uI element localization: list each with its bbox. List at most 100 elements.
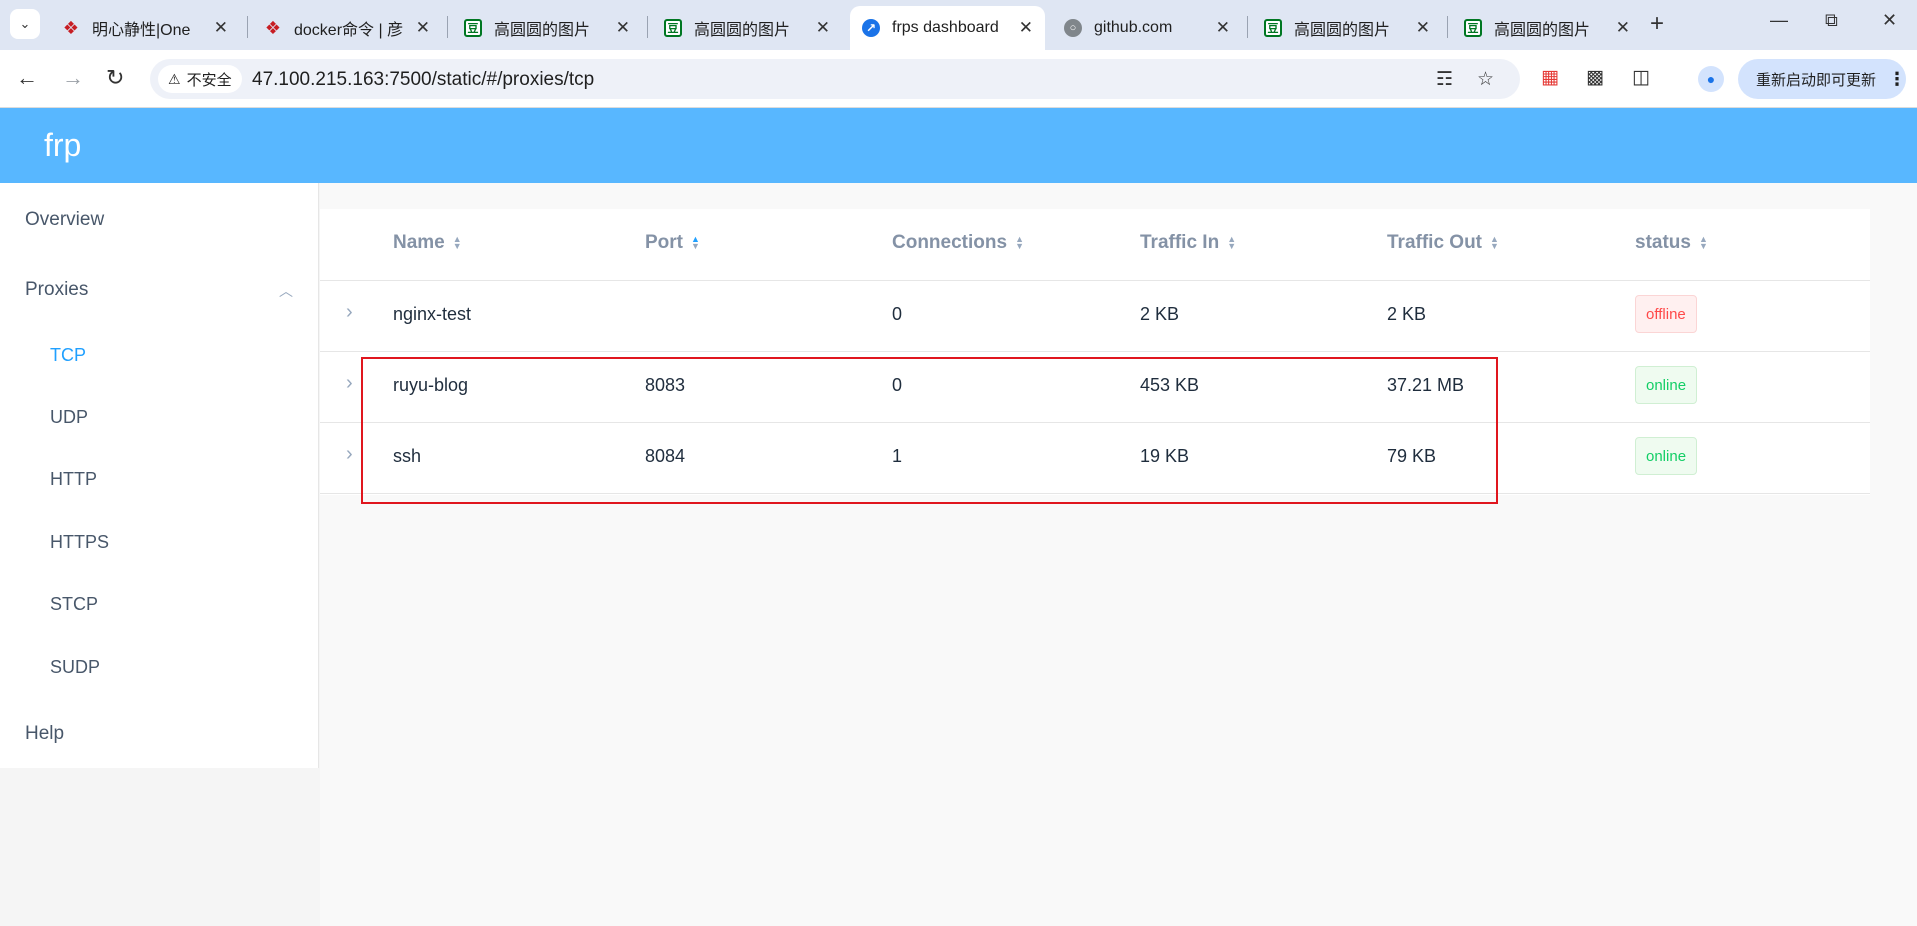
address-bar[interactable]: ⚠ 不安全 47.100.215.163:7500/static/#/proxi… bbox=[150, 59, 1520, 99]
sidebar-item-udp[interactable]: UDP bbox=[50, 407, 88, 428]
status-badge: online bbox=[1635, 366, 1698, 404]
sidebar-item-https[interactable]: HTTPS bbox=[50, 532, 109, 553]
cell-connections: 0 bbox=[892, 304, 903, 324]
tab-title: 高圆圆的图片 bbox=[494, 22, 591, 39]
close-icon[interactable]: ✕ bbox=[1216, 18, 1230, 38]
close-icon[interactable]: ✕ bbox=[416, 18, 430, 38]
tab-title: github.com bbox=[1094, 19, 1173, 36]
relaunch-update-button[interactable]: 重新启动即可更新 ⋮ bbox=[1738, 59, 1906, 99]
browser-tab-strip: ⌄ ❖ 明心静性|One ✕ ❖ docker命令 | 彦 ✕ 豆 高圆圆的图片… bbox=[0, 0, 1917, 50]
sidebar-item-overview[interactable]: Overview bbox=[25, 209, 104, 231]
browser-tab[interactable]: 豆 高圆圆的图片 ✕ bbox=[1252, 6, 1442, 50]
sort-ascending-icon[interactable]: ▲ ▼ bbox=[691, 235, 700, 251]
tab-separator bbox=[447, 16, 448, 38]
main-content: Name ▲ ▼ Port ▲ ▼ Connections ▲ ▼ Traffic I… bbox=[320, 183, 1917, 926]
column-header-port[interactable]: Port ▲ ▼ bbox=[645, 232, 700, 254]
table-header: Name ▲ ▼ Port ▲ ▼ Connections ▲ ▼ Traffic I… bbox=[320, 209, 1870, 281]
browser-tab-active[interactable]: ↗ frps dashboard ✕ bbox=[850, 6, 1045, 50]
profile-avatar-icon[interactable]: ● bbox=[1698, 66, 1724, 92]
sort-icon[interactable]: ▲ ▼ bbox=[1490, 235, 1499, 251]
forward-icon[interactable]: → bbox=[62, 65, 84, 91]
tab-title: 明心静性|One bbox=[92, 22, 191, 39]
douban-icon: 豆 bbox=[1464, 19, 1482, 37]
browser-tab[interactable]: ○ github.com ✕ bbox=[1052, 6, 1242, 50]
close-icon[interactable]: ✕ bbox=[214, 18, 228, 38]
sidebar-item-http[interactable]: HTTP bbox=[50, 469, 97, 490]
bookmark-star-icon[interactable]: ☆ bbox=[1477, 68, 1494, 91]
annotation-highlight-box bbox=[361, 357, 1498, 504]
sidebar-item-sudp[interactable]: SUDP bbox=[50, 657, 100, 678]
close-icon[interactable]: ✕ bbox=[616, 18, 630, 38]
app-header: frp bbox=[0, 108, 1917, 183]
minimize-icon[interactable]: — bbox=[1770, 10, 1788, 31]
sort-icon[interactable]: ▲ ▼ bbox=[1227, 235, 1236, 251]
tab-title: frps dashboard bbox=[892, 19, 999, 36]
qr-code-icon[interactable]: ▩ bbox=[1586, 66, 1604, 89]
expand-row-icon[interactable]: › bbox=[346, 301, 353, 324]
chevron-down-icon: ⌄ bbox=[19, 16, 31, 31]
more-menu-icon: ⋮ bbox=[1888, 68, 1906, 89]
sort-icon[interactable]: ▲ ▼ bbox=[1015, 235, 1024, 251]
sidebar-item-help[interactable]: Help bbox=[25, 723, 64, 745]
expand-row-icon[interactable]: › bbox=[346, 443, 353, 466]
column-header-status[interactable]: status ▲ ▼ bbox=[1635, 232, 1708, 254]
close-icon[interactable]: ✕ bbox=[1416, 18, 1430, 38]
tab-separator bbox=[247, 16, 248, 38]
extensions-puzzle-icon[interactable]: ◫ bbox=[1632, 66, 1650, 89]
app-title: frp bbox=[44, 127, 82, 163]
security-label: 不安全 bbox=[186, 71, 232, 89]
update-label: 重新启动即可更新 bbox=[1756, 71, 1877, 89]
douban-icon: 豆 bbox=[664, 19, 682, 37]
gitee-icon: ❖ bbox=[62, 17, 80, 38]
close-icon[interactable]: ✕ bbox=[816, 18, 830, 38]
douban-icon: 豆 bbox=[464, 19, 482, 37]
sidebar-item-tcp[interactable]: TCP bbox=[50, 345, 86, 366]
back-icon[interactable]: ← bbox=[16, 65, 38, 91]
translate-icon[interactable]: ☶ bbox=[1436, 68, 1453, 91]
sidebar-item-stcp[interactable]: STCP bbox=[50, 594, 98, 615]
status-badge: online bbox=[1635, 437, 1698, 475]
url-text[interactable]: 47.100.215.163:7500/static/#/proxies/tcp bbox=[252, 69, 594, 91]
tab-separator bbox=[1447, 16, 1448, 38]
chevron-up-icon[interactable]: ︿ bbox=[279, 281, 293, 301]
sidebar-item-proxies[interactable]: Proxies bbox=[25, 279, 88, 301]
tab-title: 高圆圆的图片 bbox=[694, 22, 791, 39]
restore-icon[interactable]: ⧉ bbox=[1825, 10, 1838, 31]
browser-tab[interactable]: ❖ 明心静性|One ✕ bbox=[50, 6, 240, 50]
sort-icon[interactable]: ▲ ▼ bbox=[1699, 235, 1708, 251]
douban-icon: 豆 bbox=[1264, 19, 1282, 37]
sidebar-menu: Overview Proxies ︿ TCP UDP HTTP HTTPS ST… bbox=[0, 183, 319, 768]
tab-title: 高圆圆的图片 bbox=[1494, 22, 1591, 39]
column-header-connections[interactable]: Connections ▲ ▼ bbox=[892, 232, 1024, 254]
browser-tab[interactable]: 豆 高圆圆的图片 ✕ bbox=[452, 6, 642, 50]
cell-name: nginx-test bbox=[393, 304, 472, 324]
expand-row-icon[interactable]: › bbox=[346, 372, 353, 395]
tab-search-button[interactable]: ⌄ bbox=[10, 9, 40, 39]
warning-icon: ⚠ bbox=[168, 70, 181, 87]
tab-separator bbox=[1247, 16, 1248, 38]
browser-tab[interactable]: ❖ docker命令 | 彦 ✕ bbox=[252, 6, 442, 50]
table-row[interactable]: › nginx-test 0 2 KB 2 KB offline bbox=[320, 281, 1870, 352]
status-badge: offline bbox=[1635, 295, 1697, 333]
browser-toolbar: ← → ↻ ⚠ 不安全 47.100.215.163:7500/static/#… bbox=[0, 50, 1917, 108]
sort-icon[interactable]: ▲ ▼ bbox=[453, 235, 462, 251]
cell-traffic-out: 2 KB bbox=[1387, 304, 1427, 324]
column-header-traffic-out[interactable]: Traffic Out ▲ ▼ bbox=[1387, 232, 1499, 254]
tab-title: 高圆圆的图片 bbox=[1294, 22, 1391, 39]
tab-title: docker命令 | 彦 bbox=[294, 22, 404, 39]
browser-tab[interactable]: 豆 高圆圆的图片 ✕ bbox=[1452, 6, 1642, 50]
new-tab-icon[interactable]: + bbox=[1650, 10, 1664, 38]
reload-icon[interactable]: ↻ bbox=[106, 65, 124, 91]
security-indicator[interactable]: ⚠ 不安全 bbox=[158, 65, 242, 93]
tab-separator bbox=[647, 16, 648, 38]
extension-red-icon[interactable]: ▦ bbox=[1541, 66, 1559, 89]
column-header-traffic-in[interactable]: Traffic In ▲ ▼ bbox=[1140, 232, 1236, 254]
column-header-name[interactable]: Name ▲ ▼ bbox=[393, 232, 462, 254]
frp-icon: ↗ bbox=[862, 19, 880, 37]
browser-tab[interactable]: 豆 高圆圆的图片 ✕ bbox=[652, 6, 842, 50]
close-icon[interactable]: ✕ bbox=[1019, 18, 1033, 38]
close-icon[interactable]: ✕ bbox=[1616, 18, 1630, 38]
globe-icon: ○ bbox=[1064, 19, 1082, 37]
window-close-icon[interactable]: ✕ bbox=[1882, 10, 1897, 31]
gitee-icon: ❖ bbox=[264, 17, 282, 38]
